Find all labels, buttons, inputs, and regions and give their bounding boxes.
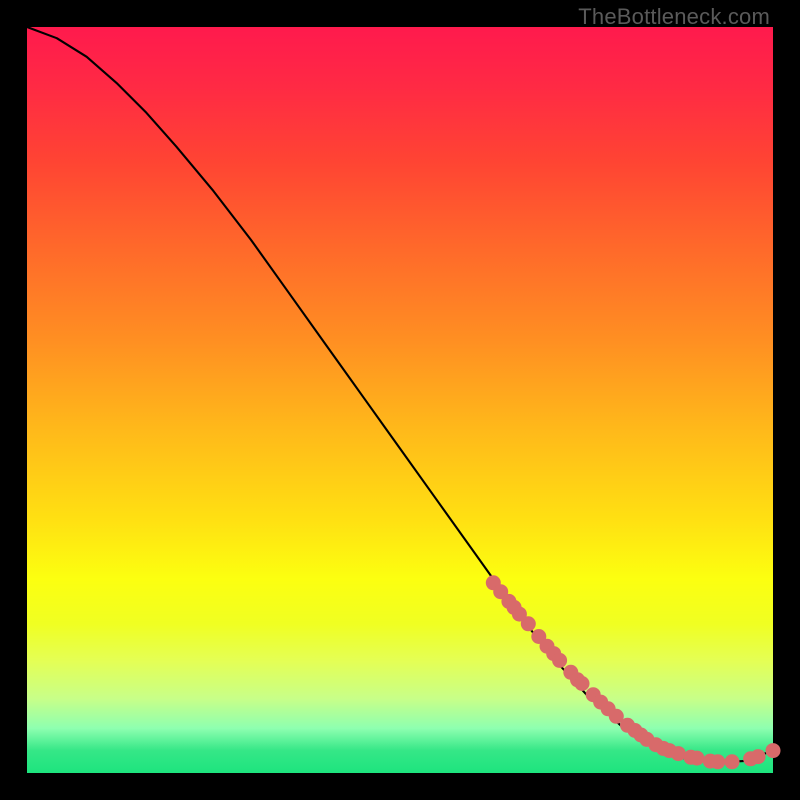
sample-point xyxy=(766,743,781,758)
chart-stage: TheBottleneck.com xyxy=(0,0,800,800)
chart-overlay-svg xyxy=(27,27,773,773)
sample-point xyxy=(552,653,567,668)
sample-points-group xyxy=(486,575,781,769)
sample-point xyxy=(710,754,725,769)
bottleneck-curve-line xyxy=(27,27,773,763)
sample-point xyxy=(725,754,740,769)
sample-point xyxy=(751,749,766,764)
sample-point xyxy=(671,746,686,761)
sample-point xyxy=(575,676,590,691)
watermark-text: TheBottleneck.com xyxy=(578,4,770,30)
sample-point xyxy=(521,616,536,631)
sample-point xyxy=(689,751,704,766)
